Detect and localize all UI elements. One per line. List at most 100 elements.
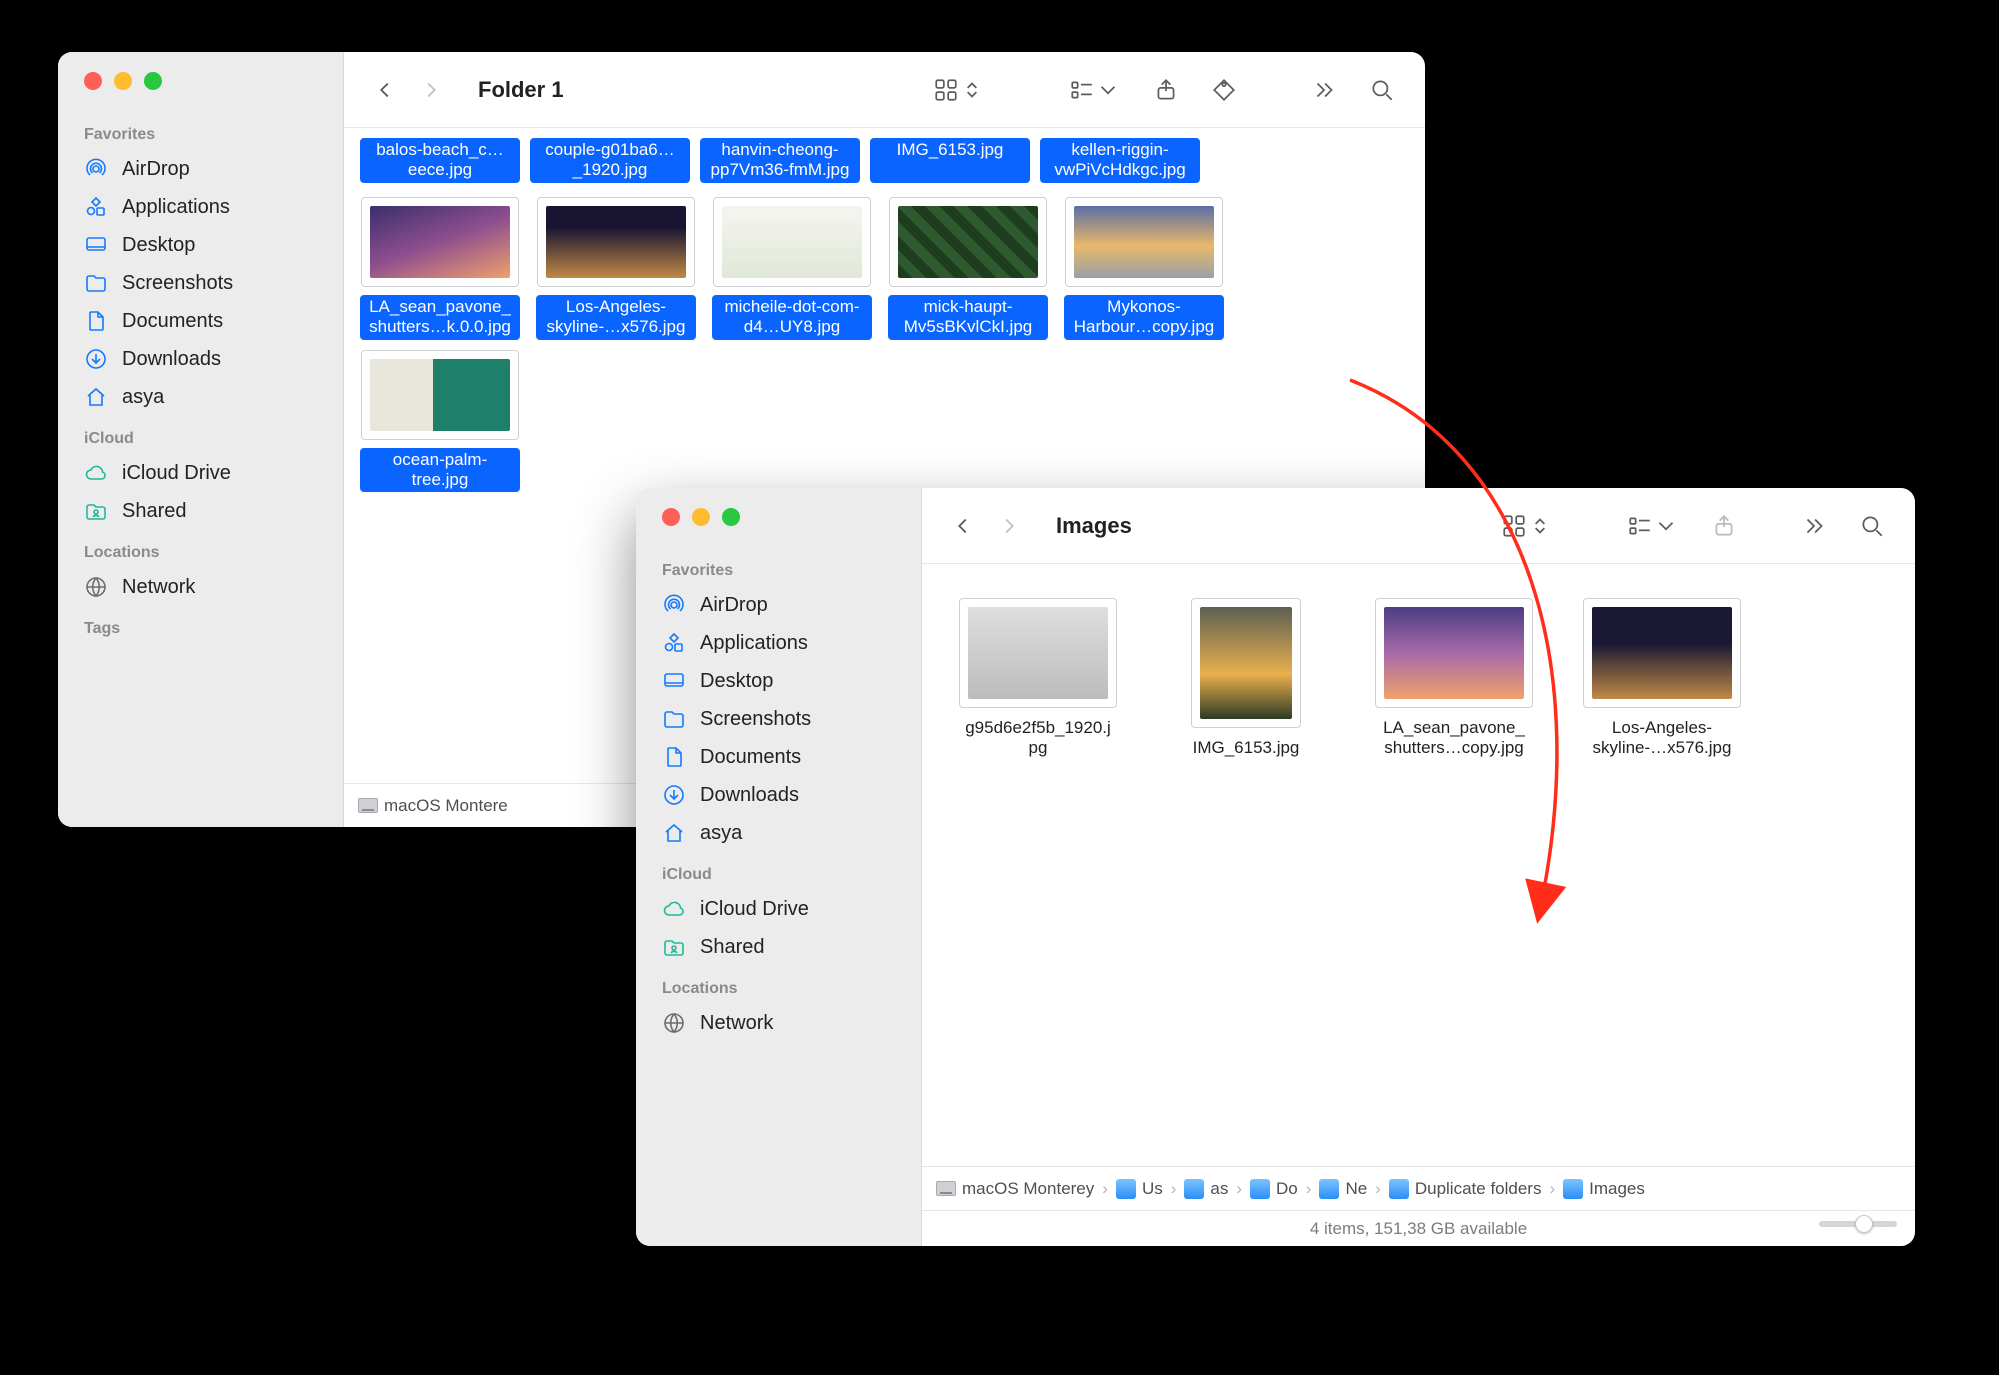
path-crumb[interactable]: Do bbox=[1250, 1179, 1298, 1199]
file-item[interactable]: LA_sean_pavone_shutters…k.0.0.jpg bbox=[356, 197, 524, 340]
desktop-icon bbox=[84, 233, 108, 257]
sidebar-item-label: asya bbox=[700, 822, 742, 845]
minimize-button[interactable] bbox=[692, 508, 710, 526]
share-button[interactable] bbox=[1701, 507, 1747, 545]
window-controls bbox=[58, 72, 343, 112]
path-crumb[interactable]: Images bbox=[1563, 1179, 1645, 1199]
tags-button[interactable] bbox=[1201, 71, 1247, 109]
folder-icon bbox=[1184, 1179, 1204, 1199]
sidebar-item-applications[interactable]: Applications bbox=[636, 624, 921, 662]
file-label[interactable]: kellen-riggin-vwPiVcHdkgc.jpg bbox=[1040, 138, 1200, 183]
sidebar-item-applications[interactable]: Applications bbox=[58, 188, 343, 226]
view-mode-button[interactable] bbox=[1491, 507, 1563, 545]
icon-size-slider[interactable] bbox=[1819, 1221, 1897, 1227]
path-crumb[interactable]: Us bbox=[1116, 1179, 1163, 1199]
path-crumb-label: Ne bbox=[1345, 1179, 1367, 1199]
sidebar-item-icloud-drive[interactable]: iCloud Drive bbox=[636, 890, 921, 928]
file-item[interactable]: micheile-dot-com-d4…UY8.jpg bbox=[708, 197, 876, 340]
sidebar-item-label: AirDrop bbox=[122, 158, 190, 181]
file-item[interactable]: mick-haupt-Mv5sBKvlCkI.jpg bbox=[884, 197, 1052, 340]
group-button[interactable] bbox=[1617, 507, 1689, 545]
sidebar-item-shared[interactable]: Shared bbox=[636, 928, 921, 966]
sidebar-item-label: Downloads bbox=[700, 784, 799, 807]
sidebar-item-documents[interactable]: Documents bbox=[636, 738, 921, 776]
sidebar-item-label: iCloud Drive bbox=[700, 898, 809, 921]
file-item[interactable]: Mykonos-Harbour…copy.jpg bbox=[1060, 197, 1228, 340]
home-icon bbox=[84, 385, 108, 409]
overflow-button[interactable] bbox=[1791, 507, 1837, 545]
sidebar-item-airdrop[interactable]: AirDrop bbox=[58, 150, 343, 188]
sidebar-item-screenshots[interactable]: Screenshots bbox=[58, 264, 343, 302]
sidebar-item-screenshots[interactable]: Screenshots bbox=[636, 700, 921, 738]
file-label: Los-Angeles-skyline-…x576.jpg bbox=[536, 295, 696, 340]
minimize-button[interactable] bbox=[114, 72, 132, 90]
path-crumb[interactable]: as bbox=[1184, 1179, 1228, 1199]
sidebar: Favorites AirDrop Applications Desktop S… bbox=[58, 52, 344, 827]
file-item[interactable]: ocean-palm-tree.jpg bbox=[356, 350, 524, 493]
file-label: mick-haupt-Mv5sBKvlCkI.jpg bbox=[888, 295, 1048, 340]
forward-button[interactable] bbox=[988, 509, 1030, 543]
file-thumbnail bbox=[1191, 598, 1301, 728]
file-label[interactable]: couple-g01ba6…_1920.jpg bbox=[530, 138, 690, 183]
desktop-icon bbox=[662, 669, 686, 693]
window-title: Folder 1 bbox=[478, 77, 564, 103]
sidebar-item-desktop[interactable]: Desktop bbox=[636, 662, 921, 700]
sidebar-item-airdrop[interactable]: AirDrop bbox=[636, 586, 921, 624]
sidebar-item-downloads[interactable]: Downloads bbox=[636, 776, 921, 814]
file-item[interactable]: g95d6e2f5b_1920.jpg bbox=[948, 598, 1128, 761]
path-bar[interactable]: macOS Monterey› Us› as› Do› Ne› Duplicat… bbox=[922, 1166, 1915, 1210]
file-label[interactable]: hanvin-cheong-pp7Vm36-fmM.jpg bbox=[700, 138, 860, 183]
file-icon-area[interactable]: g95d6e2f5b_1920.jpg IMG_6153.jpg LA_sean… bbox=[922, 564, 1915, 1166]
sidebar-item-icloud-drive[interactable]: iCloud Drive bbox=[58, 454, 343, 492]
document-icon bbox=[662, 745, 686, 769]
zoom-button[interactable] bbox=[722, 508, 740, 526]
sidebar-item-network[interactable]: Network bbox=[636, 1004, 921, 1042]
share-button[interactable] bbox=[1143, 71, 1189, 109]
view-mode-button[interactable] bbox=[923, 71, 995, 109]
path-crumb-label: Duplicate folders bbox=[1415, 1179, 1542, 1199]
file-item[interactable]: Los-Angeles-skyline-…x576.jpg bbox=[1572, 598, 1752, 761]
zoom-button[interactable] bbox=[144, 72, 162, 90]
slider-knob[interactable] bbox=[1855, 1215, 1873, 1233]
sidebar-item-label: Desktop bbox=[122, 234, 195, 257]
sidebar-item-label: Desktop bbox=[700, 670, 773, 693]
sidebar-item-network[interactable]: Network bbox=[58, 568, 343, 606]
sidebar-item-shared[interactable]: Shared bbox=[58, 492, 343, 530]
file-label[interactable]: IMG_6153.jpg bbox=[870, 138, 1030, 183]
path-crumb-label: Do bbox=[1276, 1179, 1298, 1199]
file-label: ocean-palm-tree.jpg bbox=[360, 448, 520, 493]
back-button[interactable] bbox=[942, 509, 984, 543]
group-button[interactable] bbox=[1059, 71, 1131, 109]
file-label: IMG_6153.jpg bbox=[1187, 736, 1306, 760]
back-button[interactable] bbox=[364, 73, 406, 107]
sidebar-item-documents[interactable]: Documents bbox=[58, 302, 343, 340]
file-label: LA_sean_pavone_shutters…k.0.0.jpg bbox=[360, 295, 520, 340]
close-button[interactable] bbox=[84, 72, 102, 90]
toolbar: Images bbox=[922, 488, 1915, 564]
sidebar-item-home[interactable]: asya bbox=[636, 814, 921, 852]
search-button[interactable] bbox=[1849, 507, 1895, 545]
cloud-icon bbox=[84, 461, 108, 485]
path-crumb[interactable]: Duplicate folders bbox=[1389, 1179, 1542, 1199]
overflow-button[interactable] bbox=[1301, 71, 1347, 109]
path-crumb[interactable]: Ne bbox=[1319, 1179, 1367, 1199]
search-button[interactable] bbox=[1359, 71, 1405, 109]
sidebar-item-downloads[interactable]: Downloads bbox=[58, 340, 343, 378]
file-label[interactable]: balos-beach_c…eece.jpg bbox=[360, 138, 520, 183]
file-thumbnail bbox=[361, 350, 519, 440]
download-icon bbox=[84, 347, 108, 371]
sidebar-item-home[interactable]: asya bbox=[58, 378, 343, 416]
path-crumb[interactable]: macOS Monterey bbox=[936, 1179, 1094, 1199]
close-button[interactable] bbox=[662, 508, 680, 526]
sidebar-item-label: Shared bbox=[700, 936, 765, 959]
file-item[interactable]: Los-Angeles-skyline-…x576.jpg bbox=[532, 197, 700, 340]
sidebar-item-desktop[interactable]: Desktop bbox=[58, 226, 343, 264]
sidebar-item-label: Documents bbox=[700, 746, 801, 769]
file-item[interactable]: IMG_6153.jpg bbox=[1156, 598, 1336, 761]
file-item[interactable]: LA_sean_pavone_shutters…copy.jpg bbox=[1364, 598, 1544, 761]
cloud-icon bbox=[662, 897, 686, 921]
sidebar-section-tags: Tags bbox=[58, 606, 343, 644]
forward-button[interactable] bbox=[410, 73, 452, 107]
path-crumb-disk[interactable]: macOS Montere bbox=[358, 796, 508, 816]
home-icon bbox=[662, 821, 686, 845]
